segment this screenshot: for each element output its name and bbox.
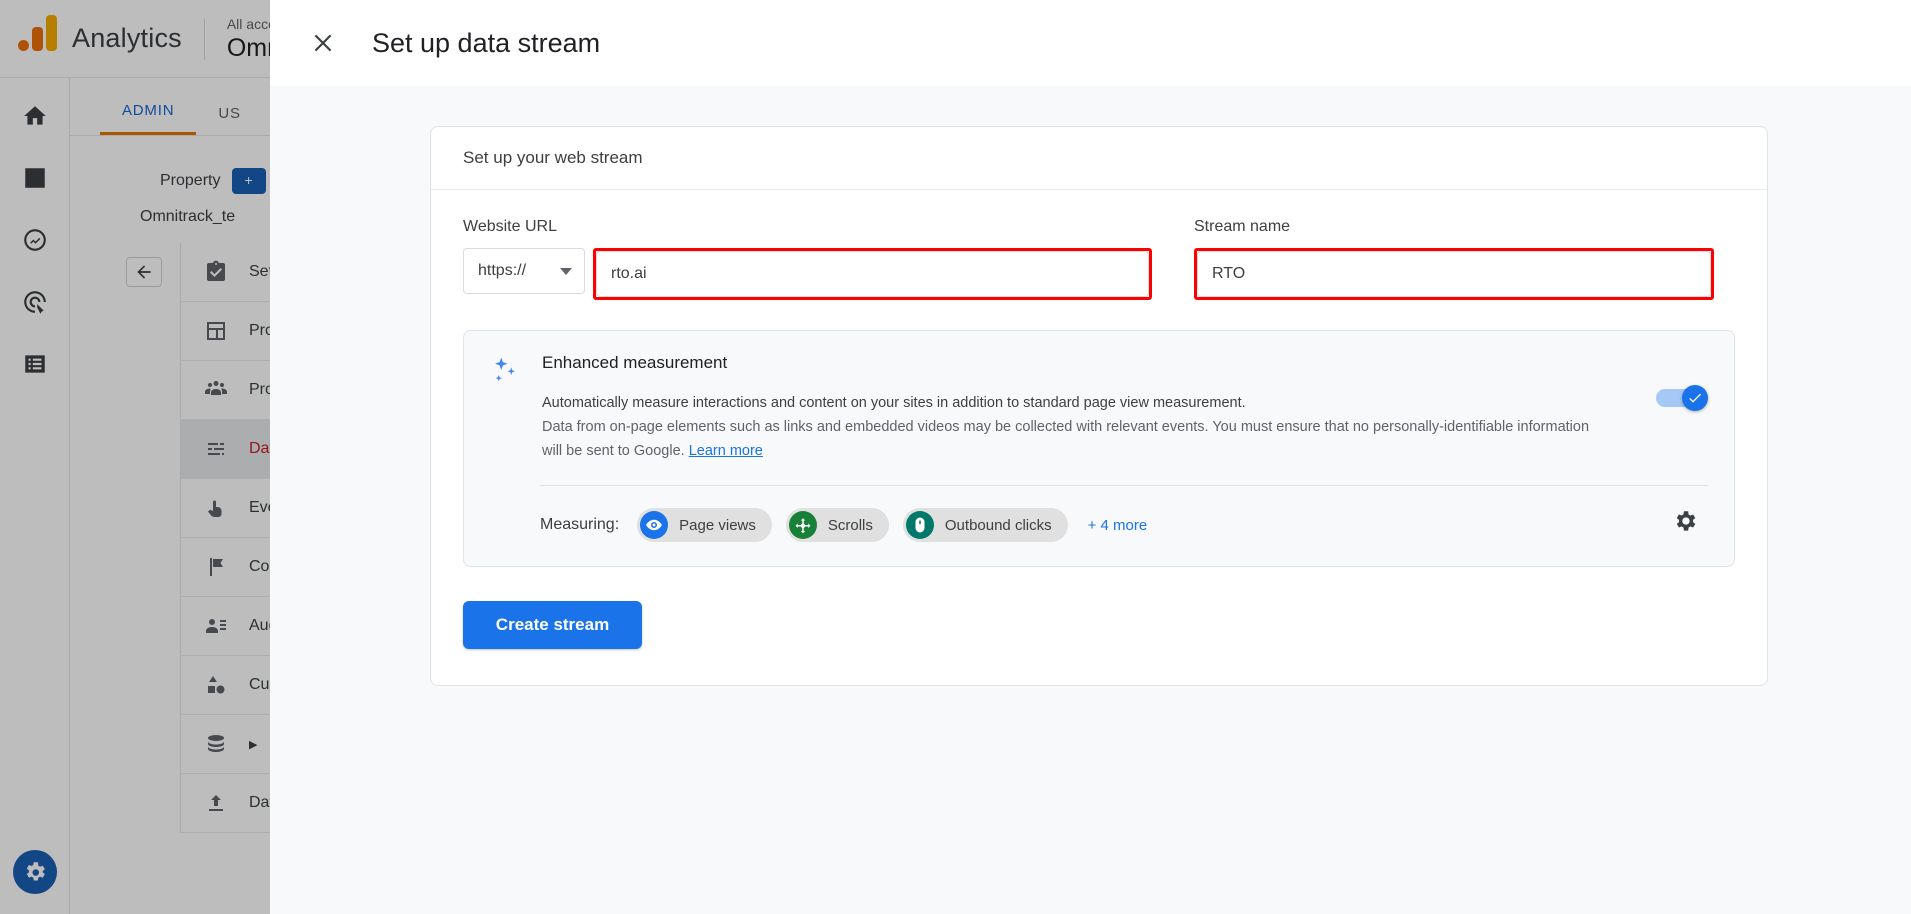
analytics-logo-icon [14,14,58,61]
stream-name-highlight: RTO [1194,248,1714,300]
enhanced-measurement-settings-gear-icon[interactable] [1668,504,1702,538]
toggle-knob [1682,385,1708,411]
clipboard-check-icon [203,259,229,285]
website-url-input[interactable]: rto.ai [596,251,1149,297]
chip-scrolls[interactable]: Scrolls [785,508,889,542]
advertising-icon[interactable] [13,280,57,324]
modal-body: Set up your web stream Website URL https… [270,86,1911,686]
left-nav-rail [0,78,70,914]
protocol-select[interactable]: https:// [463,248,585,294]
library-icon[interactable] [13,342,57,386]
measuring-row: Measuring: Page views Scrolls Outbound c… [490,486,1708,566]
measuring-label: Measuring: [540,516,620,533]
modal-title: Set up data stream [372,27,601,58]
sparkle-icon [490,355,520,385]
chip-label: Outbound clicks [944,516,1052,534]
bar-chart-icon[interactable] [13,156,57,200]
check-icon [1689,393,1701,403]
database-icon [203,731,229,757]
chip-page-views[interactable]: Page views [637,508,772,542]
enhanced-measurement-paragraph-1: Automatically measure interactions and c… [542,395,1246,411]
modal-header: Set up data stream [270,0,1911,86]
website-url-highlight: rto.ai [593,248,1152,300]
flag-icon [203,554,229,580]
property-badge[interactable]: + [232,168,267,194]
close-icon[interactable] [306,26,340,60]
outbound-icon [905,511,934,539]
stream-name-field: Stream name RTO [1194,218,1714,300]
property-row: Property + [160,168,267,194]
shapes-icon [203,672,229,698]
upload-icon [203,790,229,816]
property-name: Omnitrack_te [140,208,236,225]
expand-caret-icon[interactable]: ▶ [249,738,257,751]
touch-events-icon [203,495,229,521]
stream-name-label: Stream name [1194,218,1291,235]
enhanced-measurement-card: Enhanced measurement Automatically measu… [463,330,1735,567]
scroll-icon [788,511,817,539]
protocol-value: https:// [478,262,527,279]
people-icon [203,377,229,403]
tab-admin[interactable]: ADMIN [100,102,197,135]
eye-icon [640,511,669,539]
data-stream-modal: Set up data stream Set up your web strea… [270,0,1911,914]
divider [203,17,205,60]
card-title: Set up your web stream [431,127,1767,190]
enhanced-measurement-text: Enhanced measurement Automatically measu… [542,353,1602,463]
enhanced-measurement-toggle[interactable] [1656,385,1708,411]
collapse-panel-button[interactable] [126,257,162,287]
enhanced-measurement-top: Enhanced measurement Automatically measu… [490,353,1708,463]
stream-name-input[interactable]: RTO [1197,251,1711,297]
create-stream-button[interactable]: Create stream [463,601,642,649]
chip-outbound-clicks[interactable]: Outbound clicks [902,508,1068,542]
screen: Analytics All accounts Omnitrack [0,0,1911,914]
tab-user[interactable]: US [196,105,262,135]
audience-icon [203,613,229,639]
brand-name: Analytics [72,23,182,53]
chip-label: Scrolls [827,516,873,534]
arrow-left-icon [137,265,151,279]
chevron-down-icon [560,267,572,275]
property-label: Property [160,172,221,189]
learn-more-link[interactable]: Learn more [689,443,763,459]
website-url-row: https:// rto.ai [463,248,1152,300]
data-streams-icon [203,436,229,462]
enhanced-measurement-paragraph-2: Data from on-page elements such as links… [542,415,1602,463]
website-url-label: Website URL [463,218,557,235]
chip-label: Page views [679,516,756,534]
website-url-field: Website URL https:// rto.ai [463,218,1152,300]
enhanced-measurement-title: Enhanced measurement [542,353,728,372]
admin-gear-button[interactable] [13,850,57,894]
property-layout-icon [203,318,229,344]
stream-fields: Website URL https:// rto.ai Stream name … [463,218,1735,300]
more-measurements-link[interactable]: + 4 more [1088,517,1148,534]
web-stream-card: Set up your web stream Website URL https… [430,126,1768,686]
card-body: Website URL https:// rto.ai Stream name … [431,190,1767,685]
explore-icon[interactable] [13,218,57,262]
home-icon[interactable] [13,94,57,138]
